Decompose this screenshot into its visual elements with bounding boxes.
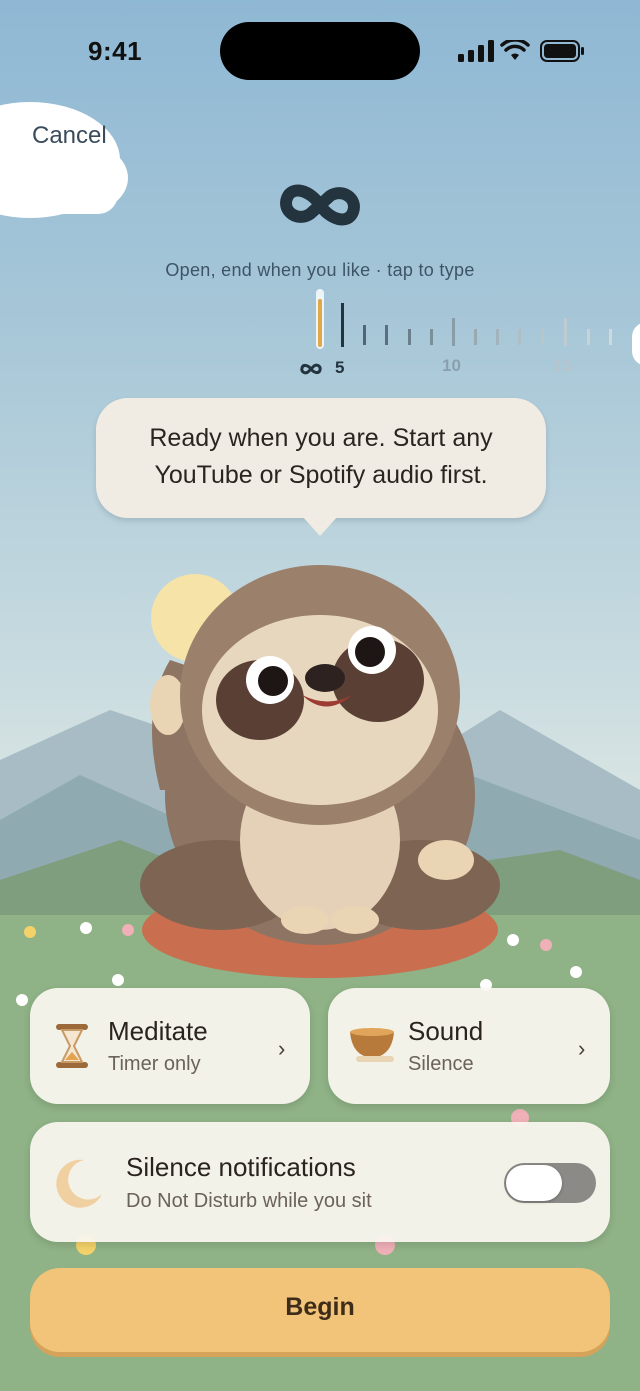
cancel-button[interactable]: Cancel xyxy=(32,122,107,150)
meditate-title: Meditate xyxy=(108,1016,208,1046)
bubble-text: Ready when you are. Start any YouTube or… xyxy=(96,420,546,494)
silence-subtitle: Do Not Disturb while you sit xyxy=(126,1190,372,1212)
signal-icon xyxy=(458,40,494,62)
tick-5 xyxy=(341,303,344,347)
battery-icon xyxy=(540,40,584,62)
singing-bowl-icon xyxy=(350,1028,394,1062)
scale-label-15: 15 xyxy=(553,356,572,375)
hourglass-icon xyxy=(56,1024,88,1068)
status-time: 9:41 xyxy=(88,36,143,66)
sound-subtitle: Silence xyxy=(408,1053,474,1075)
meditate-chevron-icon: › xyxy=(278,1036,286,1061)
duration-scale[interactable] xyxy=(300,285,640,355)
sloth-mascot xyxy=(140,565,500,978)
infinity-icon xyxy=(280,184,360,226)
toggle-knob xyxy=(506,1165,562,1201)
wifi-icon xyxy=(500,40,530,60)
dynamic-island xyxy=(220,22,420,80)
scale-label-10: 10 xyxy=(442,356,461,375)
scale-label-5: 5 xyxy=(335,358,345,377)
meditation-setup-screen: 9:41 Cancel Open, end when you like · ta… xyxy=(0,0,640,1391)
cloud xyxy=(0,102,128,218)
meditate-subtitle: Timer only xyxy=(108,1053,201,1075)
bubble-tail xyxy=(302,516,338,536)
bubble-line-2: YouTube or Spotify audio first. xyxy=(154,461,488,489)
sound-title: Sound xyxy=(408,1016,484,1046)
begin-label: Begin xyxy=(285,1293,355,1321)
duration-subtitle[interactable]: Open, end when you like · tap to type xyxy=(0,260,640,281)
scale-cursor xyxy=(318,299,322,347)
resting-hand xyxy=(418,840,474,880)
silence-title: Silence notifications xyxy=(126,1152,356,1182)
moon-icon xyxy=(56,1159,102,1208)
sound-chevron-icon: › xyxy=(578,1036,586,1061)
bubble-line-1: Ready when you are. Start any xyxy=(149,424,493,452)
scale-infinity-icon xyxy=(300,363,322,375)
